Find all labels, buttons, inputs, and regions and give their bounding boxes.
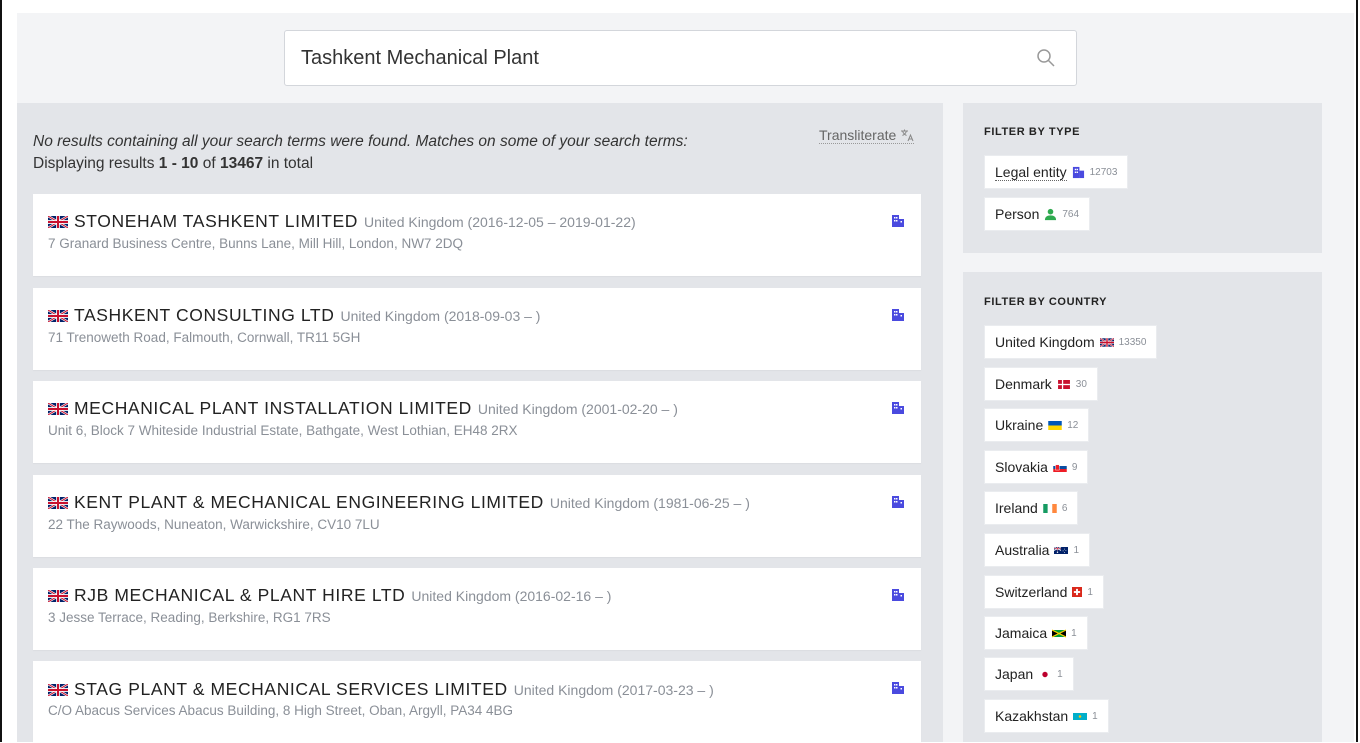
result-address: 71 Trenoweth Road, Falmouth, Cornwall, T… bbox=[48, 330, 361, 345]
building-icon bbox=[892, 309, 904, 321]
filter-count: 9 bbox=[1071, 461, 1078, 473]
filter-label[interactable]: Ukraine bbox=[995, 417, 1043, 433]
filter-chip-slovakia[interactable]: Slovakia 9 bbox=[984, 450, 1089, 484]
filter-label[interactable]: Legal entity bbox=[995, 164, 1067, 181]
building-icon bbox=[1072, 166, 1084, 178]
search-icon[interactable] bbox=[1036, 48, 1056, 68]
result-meta: United Kingdom (2001-02-20 – ) bbox=[477, 400, 678, 417]
filter-chip-denmark[interactable]: Denmark 30 bbox=[984, 367, 1098, 401]
result-address: C/O Abacus Services Abacus Building, 8 H… bbox=[48, 703, 513, 718]
australia-flag-icon bbox=[1054, 546, 1069, 554]
filter-count: 1 bbox=[1071, 627, 1077, 639]
result-address: 7 Granard Business Centre, Bunns Lane, M… bbox=[48, 236, 463, 251]
kazakhstan-flag-icon bbox=[1073, 712, 1088, 720]
filter-count: 1 bbox=[1087, 586, 1093, 598]
filter-count: 12703 bbox=[1089, 166, 1118, 178]
results-count: Displaying results 1 - 10 of 13467 in to… bbox=[33, 155, 314, 172]
result-card[interactable]: STONEHAM TASHKENT LIMITED United Kingdom… bbox=[33, 194, 921, 276]
result-name[interactable]: MECHANICAL PLANT INSTALLATION LIMITED bbox=[74, 398, 472, 419]
result-address: 22 The Raywoods, Nuneaton, Warwickshire,… bbox=[48, 517, 380, 532]
window-border-left bbox=[0, 0, 2, 742]
uk-flag-icon bbox=[48, 683, 68, 696]
result-name[interactable]: TASHKENT CONSULTING LTD bbox=[74, 305, 334, 326]
filter-count: 12 bbox=[1067, 419, 1079, 431]
filter-label[interactable]: Japan bbox=[995, 666, 1033, 682]
filter-count: 13350 bbox=[1118, 336, 1147, 348]
filter-chip-kazakhstan[interactable]: Kazakhstan 1 bbox=[984, 699, 1109, 733]
filter-type-title: FILTER BY TYPE bbox=[984, 126, 1081, 138]
result-card[interactable]: RJB MECHANICAL & PLANT HIRE LTD United K… bbox=[33, 568, 921, 650]
result-address: Unit 6, Block 7 Whiteside Industrial Est… bbox=[48, 423, 518, 438]
result-name[interactable]: STAG PLANT & MECHANICAL SERVICES LIMITED bbox=[74, 679, 508, 700]
result-meta: United Kingdom (2017-03-23 – ) bbox=[513, 681, 714, 698]
result-card[interactable]: STAG PLANT & MECHANICAL SERVICES LIMITED… bbox=[33, 661, 921, 743]
filter-chip-switzerland[interactable]: Switzerland 1 bbox=[984, 575, 1104, 609]
filter-label[interactable]: United Kingdom bbox=[995, 334, 1095, 350]
filter-chip-person[interactable]: Person 764 bbox=[984, 197, 1091, 231]
filter-chip-ukraine[interactable]: Ukraine 12 bbox=[984, 408, 1090, 442]
filter-chip-jamaica[interactable]: Jamaica 1 bbox=[984, 616, 1088, 650]
partial-match-notice: No results containing all your search te… bbox=[33, 133, 688, 150]
result-meta: United Kingdom (1981-06-25 – ) bbox=[549, 494, 750, 511]
window-border-right bbox=[1356, 0, 1358, 742]
filter-chip-united-kingdom[interactable]: United Kingdom 13350 bbox=[984, 325, 1158, 359]
search-input[interactable] bbox=[301, 31, 1021, 85]
japan-flag-icon bbox=[1038, 669, 1052, 679]
filter-count: 1 bbox=[1057, 668, 1063, 680]
result-meta: United Kingdom (2018-09-03 – ) bbox=[340, 307, 541, 324]
building-icon bbox=[892, 589, 904, 601]
result-name[interactable]: STONEHAM TASHKENT LIMITED bbox=[74, 211, 358, 232]
filter-chip-japan[interactable]: Japan 1 bbox=[984, 657, 1074, 691]
result-card[interactable]: KENT PLANT & MECHANICAL ENGINEERING LIMI… bbox=[33, 475, 921, 557]
filter-label[interactable]: Jamaica bbox=[995, 625, 1047, 641]
result-address: 3 Jesse Terrace, Reading, Berkshire, RG1… bbox=[48, 610, 331, 625]
uk-flag-icon bbox=[48, 496, 68, 509]
filter-label[interactable]: Switzerland bbox=[995, 584, 1067, 600]
transliterate-button[interactable]: Transliterate bbox=[819, 127, 915, 144]
filter-label[interactable]: Kazakhstan bbox=[995, 708, 1068, 724]
filter-chip-australia[interactable]: Australia 1 bbox=[984, 533, 1091, 567]
filter-country-title: FILTER BY COUNTRY bbox=[984, 296, 1108, 308]
person-icon bbox=[1045, 208, 1057, 220]
filter-label[interactable]: Denmark bbox=[995, 376, 1052, 392]
ireland-flag-icon bbox=[1043, 503, 1057, 513]
uk-flag-icon bbox=[48, 402, 68, 415]
filter-label[interactable]: Ireland bbox=[995, 500, 1038, 516]
ukraine-flag-icon bbox=[1048, 420, 1062, 430]
search-box[interactable] bbox=[284, 30, 1077, 86]
result-name[interactable]: RJB MECHANICAL & PLANT HIRE LTD bbox=[74, 585, 405, 606]
filter-label[interactable]: Slovakia bbox=[995, 459, 1048, 475]
results-range: 1 - 10 bbox=[158, 155, 199, 172]
filter-count: 1 bbox=[1073, 544, 1080, 556]
filter-chip-legal-entity[interactable]: Legal entity 12703 bbox=[984, 155, 1129, 189]
slovakia-flag-icon bbox=[1053, 462, 1067, 472]
result-name[interactable]: KENT PLANT & MECHANICAL ENGINEERING LIMI… bbox=[74, 492, 544, 513]
denmark-flag-icon bbox=[1057, 379, 1070, 389]
result-meta: United Kingdom (2016-02-16 – ) bbox=[411, 587, 612, 604]
filter-label[interactable]: Person bbox=[995, 206, 1039, 222]
building-icon bbox=[892, 215, 904, 227]
uk-flag-icon bbox=[1099, 337, 1114, 347]
filter-count: 764 bbox=[1062, 208, 1080, 220]
filter-count: 30 bbox=[1075, 378, 1087, 390]
translate-icon bbox=[901, 129, 914, 142]
jamaica-flag-icon bbox=[1052, 628, 1067, 638]
result-card[interactable]: TASHKENT CONSULTING LTD United Kingdom (… bbox=[33, 288, 921, 370]
result-meta: United Kingdom (2016-12-05 – 2019-01-22) bbox=[364, 213, 636, 230]
uk-flag-icon bbox=[48, 215, 68, 228]
filter-count: 1 bbox=[1092, 710, 1098, 722]
uk-flag-icon bbox=[48, 309, 68, 322]
filter-label[interactable]: Australia bbox=[995, 542, 1049, 558]
results-total: 13467 bbox=[219, 155, 264, 172]
result-card[interactable]: MECHANICAL PLANT INSTALLATION LIMITED Un… bbox=[33, 381, 921, 463]
building-icon bbox=[892, 496, 904, 508]
filter-chip-ireland[interactable]: Ireland 6 bbox=[984, 491, 1079, 525]
building-icon bbox=[892, 682, 904, 694]
filter-count: 6 bbox=[1061, 502, 1068, 514]
search-notice: No results containing all your search te… bbox=[33, 131, 773, 175]
building-icon bbox=[892, 402, 904, 414]
transliterate-label[interactable]: Transliterate bbox=[819, 127, 896, 143]
switzerland-flag-icon bbox=[1072, 587, 1083, 597]
uk-flag-icon bbox=[48, 589, 68, 602]
